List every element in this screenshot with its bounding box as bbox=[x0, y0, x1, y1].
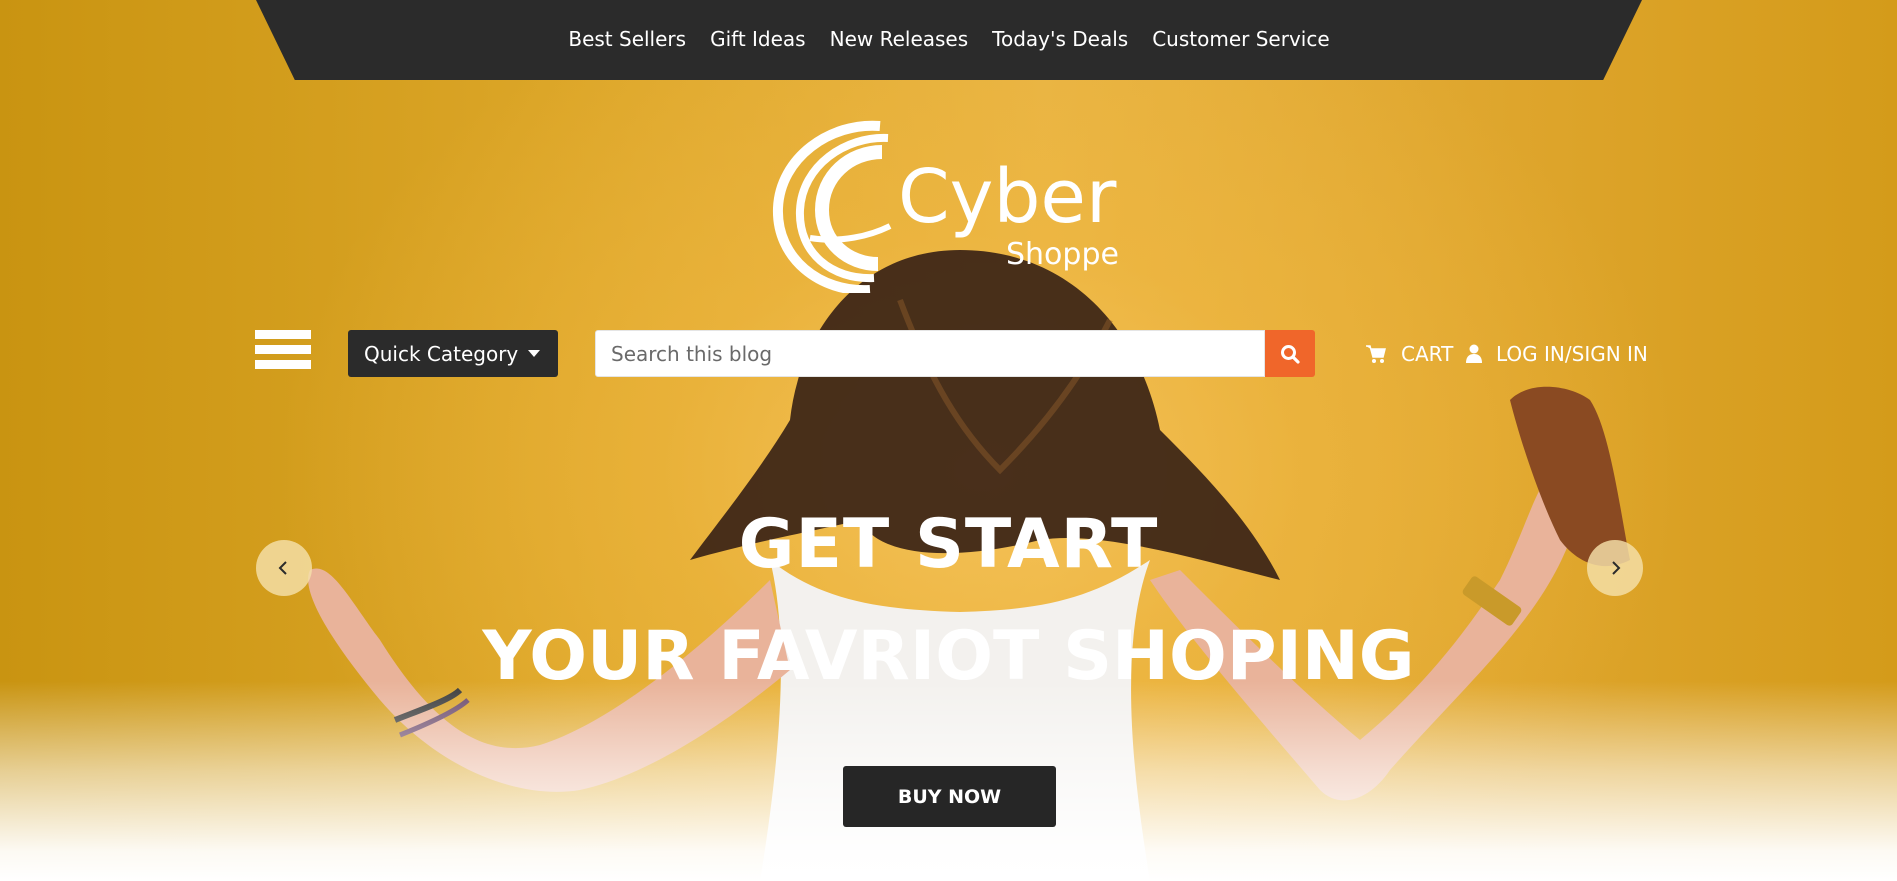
quick-category-label: Quick Category bbox=[364, 341, 519, 366]
search-button[interactable] bbox=[1265, 330, 1315, 377]
quick-category-dropdown[interactable]: Quick Category bbox=[348, 330, 558, 377]
search-icon bbox=[1281, 344, 1300, 364]
login-label: LOG IN/SIGN IN bbox=[1496, 342, 1648, 366]
logo-mark-icon: Cyber Shoppe bbox=[772, 120, 1119, 296]
top-navigation: Best Sellers Gift Ideas New Releases Tod… bbox=[256, 0, 1642, 80]
logo-wordmark: Cyber bbox=[898, 154, 1117, 240]
user-icon bbox=[1466, 344, 1482, 363]
nav-link-customer-service[interactable]: Customer Service bbox=[1152, 27, 1329, 51]
site-logo[interactable]: Cyber Shoppe bbox=[770, 118, 1130, 296]
hamburger-menu-icon[interactable] bbox=[255, 330, 311, 376]
search-input[interactable] bbox=[595, 330, 1265, 377]
buy-now-button[interactable]: BUY NOW bbox=[843, 766, 1056, 827]
cart-icon bbox=[1366, 345, 1386, 363]
nav-link-gift-ideas[interactable]: Gift Ideas bbox=[710, 27, 806, 51]
caret-down-icon bbox=[528, 350, 541, 357]
hero-headline-line2: YOUR FAVRIOT SHOPING bbox=[482, 617, 1415, 696]
hero-headline-line1: GET START bbox=[738, 505, 1159, 584]
nav-link-todays-deals[interactable]: Today's Deals bbox=[992, 27, 1128, 51]
logo-subtitle: Shoppe bbox=[1006, 237, 1119, 272]
cart-link[interactable]: CART bbox=[1365, 340, 1453, 368]
login-signin-link[interactable]: LOG IN/SIGN IN bbox=[1466, 340, 1648, 368]
nav-link-best-sellers[interactable]: Best Sellers bbox=[568, 27, 686, 51]
nav-link-new-releases[interactable]: New Releases bbox=[830, 27, 969, 51]
cart-label: CART bbox=[1401, 342, 1454, 366]
